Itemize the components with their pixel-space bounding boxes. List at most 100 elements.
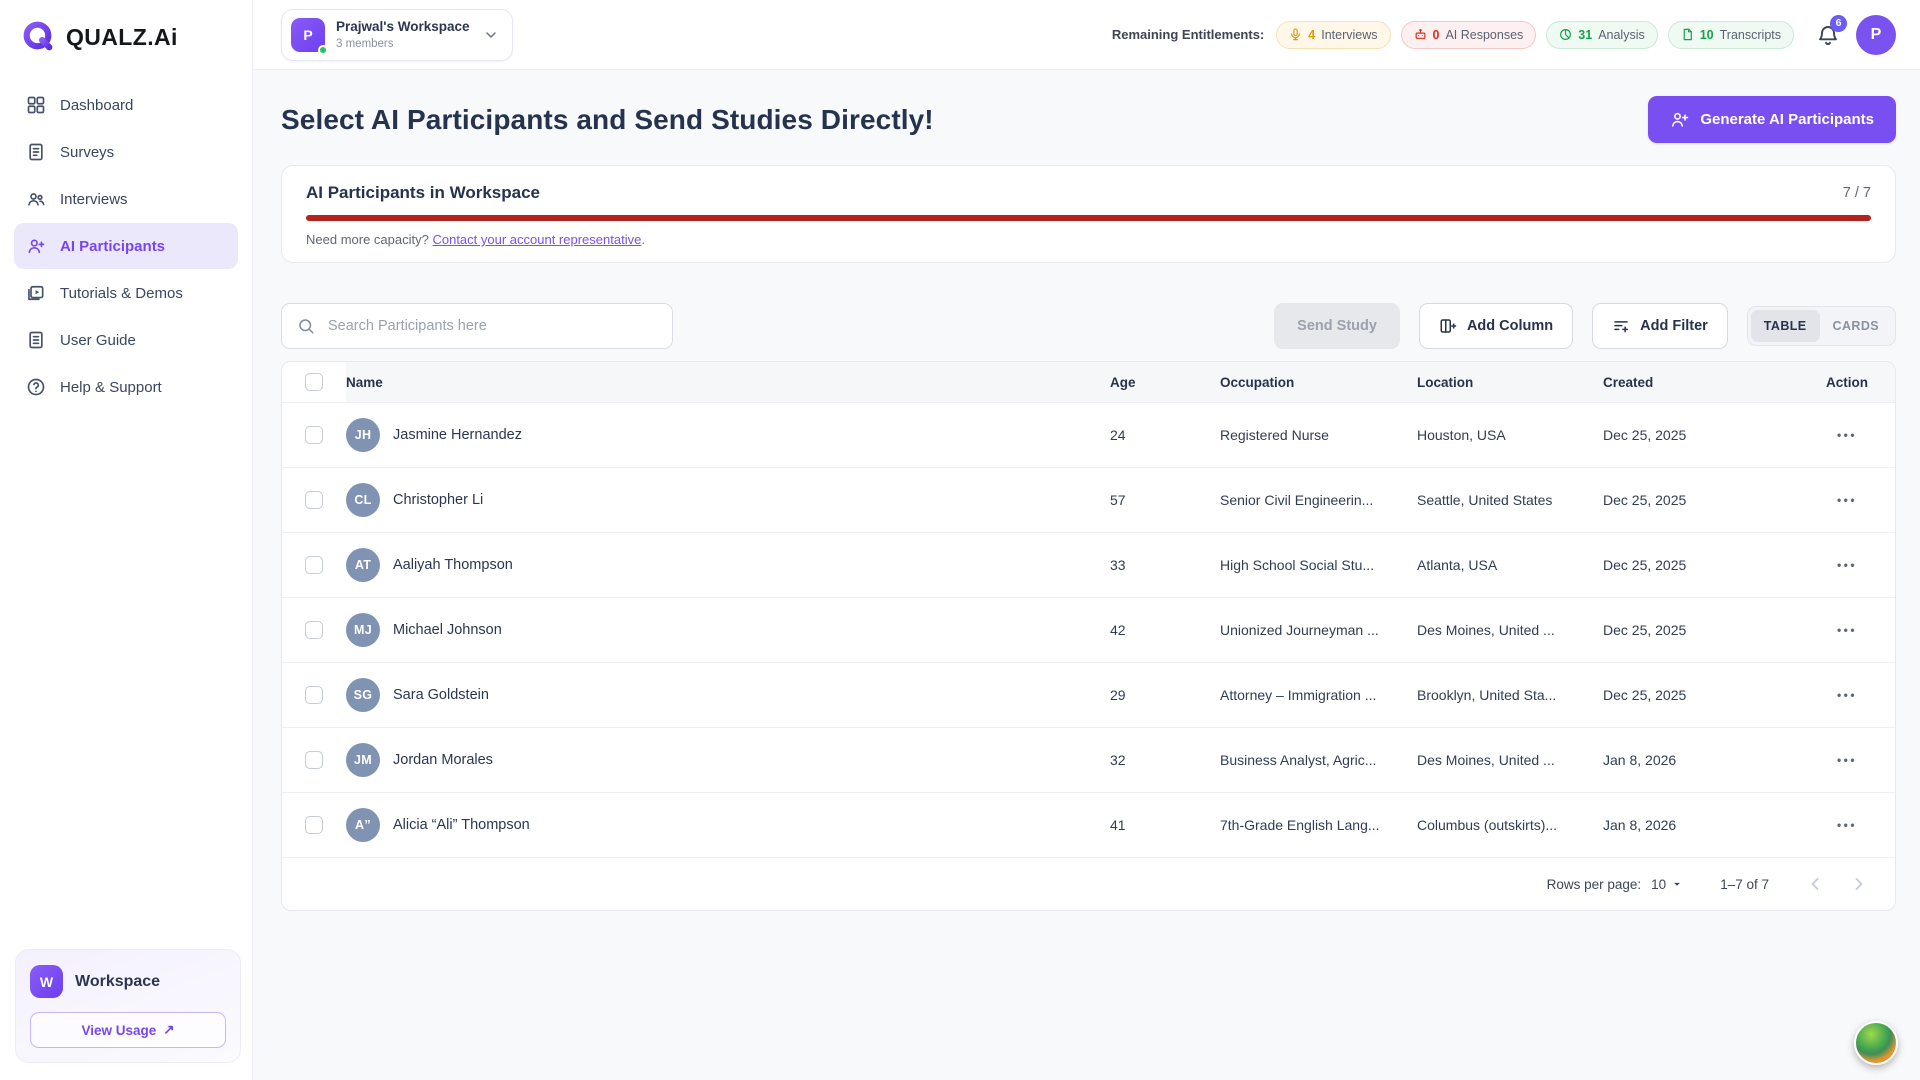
entitlements-label: Remaining Entitlements: bbox=[1112, 27, 1264, 42]
caret-down-icon bbox=[1670, 877, 1684, 891]
chevron-down-icon bbox=[483, 27, 499, 43]
participant-name: Michael Johnson bbox=[393, 622, 502, 638]
participant-name: Jasmine Hernandez bbox=[393, 427, 522, 443]
participant-location: Brooklyn, United Sta... bbox=[1417, 687, 1603, 703]
table-row: JH Jasmine Hernandez 24 Registered Nurse… bbox=[282, 402, 1895, 467]
main-content: Select AI Participants and Send Studies … bbox=[253, 70, 1920, 1080]
row-checkbox[interactable] bbox=[305, 426, 323, 444]
participant-location: Seattle, United States bbox=[1417, 492, 1603, 508]
participant-location: Atlanta, USA bbox=[1417, 557, 1603, 573]
participant-age: 57 bbox=[1110, 492, 1220, 508]
table-view-tab[interactable]: TABLE bbox=[1751, 310, 1820, 342]
interviews-icon bbox=[26, 189, 46, 209]
add-column-icon bbox=[1439, 317, 1457, 335]
next-page-button[interactable] bbox=[1849, 874, 1869, 894]
participant-occupation: Registered Nurse bbox=[1220, 427, 1417, 443]
user-avatar[interactable]: P bbox=[1856, 15, 1896, 55]
sidebar-item-surveys[interactable]: Surveys bbox=[14, 129, 238, 175]
table-row: A” Alicia “Ali” Thompson 41 7th-Grade En… bbox=[282, 792, 1895, 857]
add-filter-button[interactable]: Add Filter bbox=[1592, 303, 1728, 349]
column-header-name: Name bbox=[346, 375, 1110, 390]
select-all-checkbox[interactable] bbox=[305, 373, 323, 391]
row-checkbox[interactable] bbox=[305, 621, 323, 639]
row-checkbox[interactable] bbox=[305, 556, 323, 574]
participant-avatar: AT bbox=[346, 548, 380, 582]
capacity-help-text: Need more capacity? Contact your account… bbox=[306, 232, 1871, 247]
contact-representative-link[interactable]: Contact your account representative bbox=[432, 232, 641, 247]
row-actions-button[interactable]: ••• bbox=[1837, 753, 1857, 767]
table-toolbar: Send Study Add Column Add Filter TABLE C… bbox=[281, 303, 1896, 349]
workspace-card-title: Workspace bbox=[75, 973, 160, 991]
online-status-dot bbox=[318, 45, 328, 55]
robot-icon bbox=[1414, 28, 1427, 41]
participant-avatar: SG bbox=[346, 678, 380, 712]
column-header-occupation: Occupation bbox=[1220, 375, 1417, 390]
analysis-entitlement-badge: 31 Analysis bbox=[1546, 21, 1657, 49]
table-header-row: Name Age Occupation Location Created Act… bbox=[282, 362, 1895, 402]
view-toggle: TABLE CARDS bbox=[1747, 306, 1896, 346]
row-checkbox[interactable] bbox=[305, 491, 323, 509]
row-actions-button[interactable]: ••• bbox=[1837, 428, 1857, 442]
search-input[interactable] bbox=[326, 317, 657, 335]
search-box bbox=[281, 303, 673, 349]
row-actions-button[interactable]: ••• bbox=[1837, 688, 1857, 702]
participant-name: Sara Goldstein bbox=[393, 687, 489, 703]
brand-logo[interactable]: QUALZ.Ai bbox=[0, 0, 252, 72]
table-row: AT Aaliyah Thompson 33 High School Socia… bbox=[282, 532, 1895, 597]
participant-name: Jordan Morales bbox=[393, 752, 493, 768]
surveys-icon bbox=[26, 142, 46, 162]
interviews-entitlement-badge: 4 Interviews bbox=[1276, 21, 1390, 49]
microphone-icon bbox=[1289, 28, 1302, 41]
capacity-card: AI Participants in Workspace 7 / 7 Need … bbox=[281, 165, 1896, 263]
transcripts-entitlement-badge: 10 Transcripts bbox=[1668, 21, 1794, 49]
sidebar-nav: Dashboard Surveys Interviews AI Particip… bbox=[0, 72, 252, 410]
dashboard-icon bbox=[26, 95, 46, 115]
row-checkbox[interactable] bbox=[305, 751, 323, 769]
filter-icon bbox=[1612, 317, 1630, 335]
participant-avatar: A” bbox=[346, 808, 380, 842]
previous-page-button[interactable] bbox=[1805, 874, 1825, 894]
user-guide-icon bbox=[26, 330, 46, 350]
participant-age: 32 bbox=[1110, 752, 1220, 768]
notification-count-badge: 6 bbox=[1830, 15, 1847, 32]
workspace-selector-avatar: P bbox=[291, 18, 325, 52]
workspace-selector[interactable]: P Prajwal's Workspace 3 members bbox=[281, 9, 513, 61]
view-usage-button[interactable]: View Usage ↗ bbox=[30, 1012, 226, 1048]
participant-occupation: High School Social Stu... bbox=[1220, 557, 1417, 573]
cards-view-tab[interactable]: CARDS bbox=[1820, 310, 1892, 342]
sidebar-item-tutorials[interactable]: Tutorials & Demos bbox=[14, 270, 238, 316]
row-actions-button[interactable]: ••• bbox=[1837, 623, 1857, 637]
page-title: Select AI Participants and Send Studies … bbox=[281, 104, 934, 136]
brand-name: QUALZ.Ai bbox=[66, 24, 178, 51]
add-column-button[interactable]: Add Column bbox=[1419, 303, 1573, 349]
send-study-button[interactable]: Send Study bbox=[1274, 303, 1400, 349]
workspace-usage-card: W Workspace View Usage ↗ bbox=[15, 949, 241, 1063]
participant-age: 24 bbox=[1110, 427, 1220, 443]
row-checkbox[interactable] bbox=[305, 686, 323, 704]
workspace-members: 3 members bbox=[336, 38, 470, 50]
participant-age: 42 bbox=[1110, 622, 1220, 638]
participant-created: Dec 25, 2025 bbox=[1603, 687, 1799, 703]
person-plus-icon bbox=[1670, 110, 1689, 129]
column-header-created: Created bbox=[1603, 375, 1799, 390]
participant-created: Dec 25, 2025 bbox=[1603, 622, 1799, 638]
row-actions-button[interactable]: ••• bbox=[1837, 818, 1857, 832]
sidebar-item-dashboard[interactable]: Dashboard bbox=[14, 82, 238, 128]
generate-ai-participants-button[interactable]: Generate AI Participants bbox=[1648, 96, 1896, 143]
participant-avatar: MJ bbox=[346, 613, 380, 647]
sidebar-item-label: AI Participants bbox=[60, 238, 165, 255]
sidebar-item-label: Tutorials & Demos bbox=[60, 285, 183, 302]
row-checkbox[interactable] bbox=[305, 816, 323, 834]
row-actions-button[interactable]: ••• bbox=[1837, 558, 1857, 572]
sidebar-item-user-guide[interactable]: User Guide bbox=[14, 317, 238, 363]
sidebar-item-interviews[interactable]: Interviews bbox=[14, 176, 238, 222]
rows-per-page-select[interactable]: 10 bbox=[1651, 877, 1684, 892]
capacity-title: AI Participants in Workspace bbox=[306, 183, 540, 203]
sidebar-item-label: User Guide bbox=[60, 332, 136, 349]
floating-widget-button[interactable] bbox=[1854, 1021, 1898, 1065]
notifications-button[interactable]: 6 bbox=[1816, 23, 1840, 47]
row-actions-button[interactable]: ••• bbox=[1837, 493, 1857, 507]
sidebar-item-ai-participants[interactable]: AI Participants bbox=[14, 223, 238, 269]
sidebar-item-help-support[interactable]: Help & Support bbox=[14, 364, 238, 410]
table-row: SG Sara Goldstein 29 Attorney – Immigrat… bbox=[282, 662, 1895, 727]
